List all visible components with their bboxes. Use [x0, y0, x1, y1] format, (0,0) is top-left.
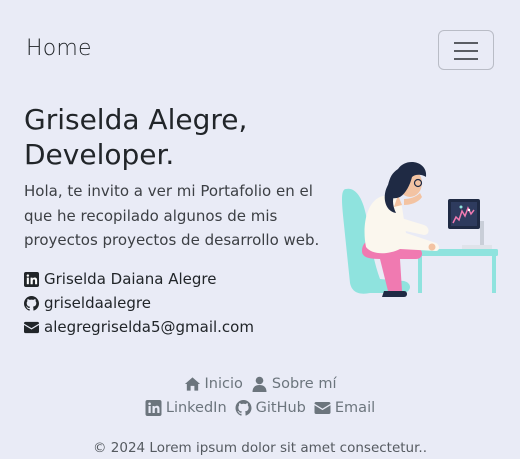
contact-github-text: griseldaalegre — [44, 294, 151, 312]
footer-link-sobre-mi[interactable]: Sobre mí — [251, 376, 337, 392]
linkedin-icon — [24, 271, 39, 287]
hero-description: Hola, te invito a ver mi Portafolio en e… — [24, 182, 320, 249]
contact-linkedin[interactable]: Griselda Daiana Alegre — [24, 267, 324, 291]
contact-email-text: alegregriselda5@gmail.com — [44, 318, 254, 336]
footer-link-github-label: GitHub — [255, 400, 306, 416]
github-icon — [235, 400, 252, 416]
footer-link-inicio-label: Inicio — [204, 376, 243, 392]
navbar-toggle-button[interactable] — [438, 30, 494, 70]
brand-home-link[interactable]: Home — [26, 36, 92, 61]
contact-list: Griselda Daiana Alegre griseldaalegre al… — [24, 267, 324, 339]
footer-link-email[interactable]: Email — [314, 400, 375, 416]
contact-github[interactable]: griseldaalegre — [24, 291, 324, 315]
footer-link-linkedin-label: LinkedIn — [165, 400, 227, 416]
github-icon — [24, 295, 39, 311]
hero-title: Griselda Alegre, Developer. — [24, 102, 324, 172]
footer-link-github[interactable]: GitHub — [235, 400, 306, 416]
footer-nav: Inicio Sobre mí LinkedIn GitHub Email — [0, 372, 520, 420]
linkedin-icon — [145, 400, 162, 416]
footer-link-linkedin[interactable]: LinkedIn — [145, 400, 227, 416]
navbar: Home — [0, 0, 520, 100]
envelope-icon — [24, 321, 39, 333]
developer-at-desk-illustration — [342, 162, 498, 297]
footer-link-inicio[interactable]: Inicio — [184, 376, 243, 392]
footer-link-email-label: Email — [334, 400, 376, 416]
home-icon — [184, 377, 200, 391]
footer-nav-row: Inicio Sobre mí — [0, 372, 520, 396]
contact-linkedin-text: Griselda Daiana Alegre — [44, 270, 217, 288]
envelope-icon — [314, 402, 331, 414]
hero-title-name: Griselda Alegre, — [24, 103, 248, 136]
copyright-text: © 2024 Lorem ipsum dolor sit amet consec… — [92, 440, 428, 456]
footer-social-row: LinkedIn GitHub Email — [0, 396, 520, 420]
contact-email[interactable]: alegregriselda5@gmail.com — [24, 315, 324, 339]
hero-title-role: Developer. — [24, 138, 175, 171]
footer-link-sobre-mi-label: Sobre mí — [271, 376, 337, 392]
user-icon — [252, 376, 267, 392]
